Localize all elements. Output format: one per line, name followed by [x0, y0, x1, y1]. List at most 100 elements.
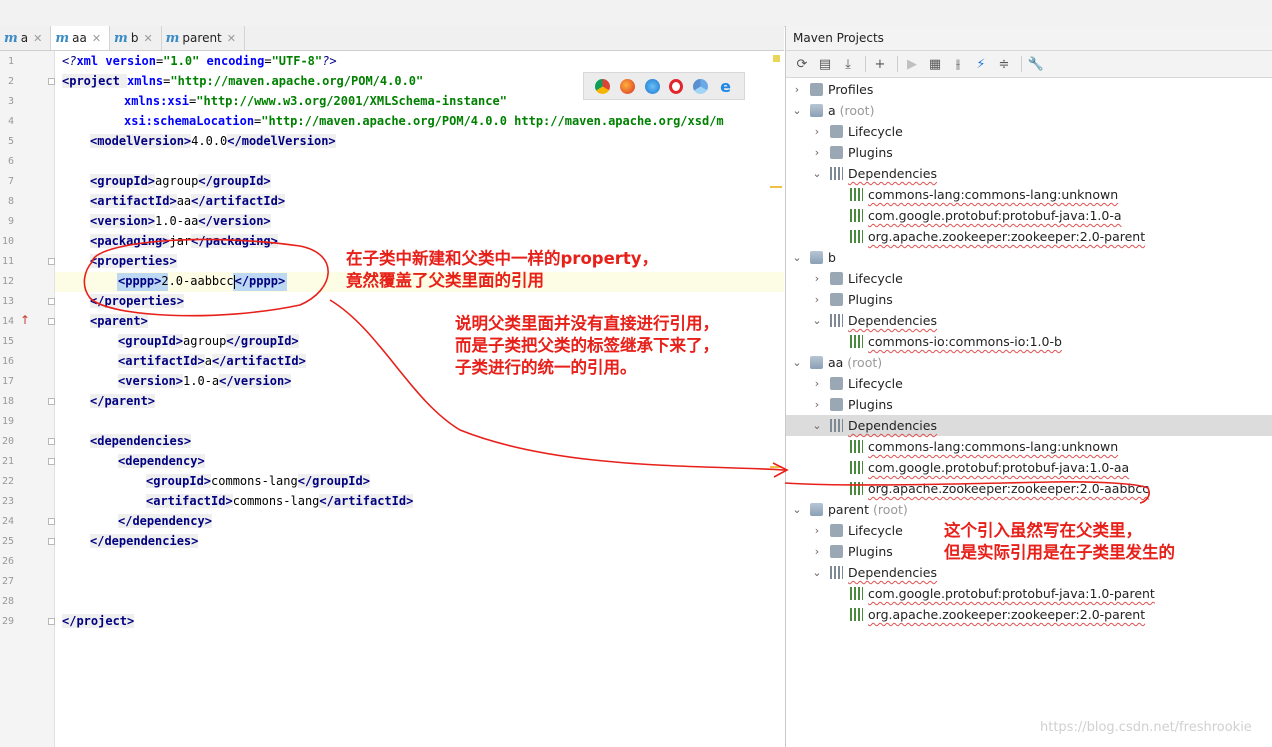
tree-node[interactable]: ⌄ Dependencies: [786, 163, 1272, 184]
chevron-down-icon[interactable]: ⌄: [792, 247, 802, 268]
chevron-right-icon[interactable]: ›: [792, 79, 802, 100]
fold-icon[interactable]: [48, 78, 55, 85]
warning-stripe[interactable]: [770, 466, 782, 468]
fold-icon[interactable]: [48, 618, 55, 625]
chevron-right-icon[interactable]: ›: [812, 121, 822, 142]
code-editor[interactable]: 1 2 3 4 5 6 7 8 9 10 11 12 13 14 15 16 1…: [0, 51, 784, 747]
override-gutter-icon[interactable]: ↑: [20, 313, 30, 327]
fold-icon[interactable]: [48, 538, 55, 545]
tree-node-text: Dependencies: [848, 166, 937, 181]
tree-node[interactable]: org.apache.zookeeper:zookeeper:2.0-aabbc…: [786, 478, 1272, 499]
tab-aa[interactable]: m aa ✕: [51, 26, 111, 50]
close-icon[interactable]: ✕: [33, 32, 42, 45]
tree-node-text: com.google.protobuf:protobuf-java:1.0-a: [868, 208, 1122, 223]
dependencies-icon: [830, 314, 843, 327]
chevron-down-icon[interactable]: ⌄: [812, 310, 822, 331]
edge-icon[interactable]: e: [718, 77, 733, 96]
code-line-8: <artifactId>aa</artifactId>: [90, 194, 286, 208]
run-icon[interactable]: ▶: [902, 54, 922, 74]
tree-node[interactable]: ⌄ a (root): [786, 100, 1272, 121]
code-line-2: <project xmlns="http://maven.apache.org/…: [62, 74, 424, 88]
chevron-down-icon[interactable]: ⌄: [812, 415, 822, 436]
tree-node[interactable]: commons-io:commons-io:1.0-b: [786, 331, 1272, 352]
tree-node[interactable]: › Lifecycle: [786, 268, 1272, 289]
line-number: 25: [1, 536, 14, 547]
tree-node-text: Dependencies: [848, 418, 937, 433]
chevron-down-icon[interactable]: ⌄: [792, 100, 802, 121]
tree-node[interactable]: org.apache.zookeeper:zookeeper:2.0-paren…: [786, 604, 1272, 625]
chrome-icon[interactable]: [594, 78, 610, 94]
tree-node[interactable]: org.apache.zookeeper:zookeeper:2.0-paren…: [786, 226, 1272, 247]
line-number: 7: [7, 176, 14, 187]
opera-icon[interactable]: [669, 78, 684, 94]
annotation-text: 在子类中新建和父类中一样的property，: [346, 249, 659, 268]
tree-node[interactable]: ⌄ parent (root): [786, 499, 1272, 520]
fold-icon[interactable]: [48, 438, 55, 445]
add-icon[interactable]: +: [870, 54, 890, 74]
line-number: 12: [1, 276, 14, 287]
tree-node[interactable]: ⌄ Dependencies: [786, 415, 1272, 436]
lifecycle-icon[interactable]: ▦: [925, 54, 945, 74]
tree-node[interactable]: › Plugins: [786, 289, 1272, 310]
chromium-icon[interactable]: [693, 78, 709, 94]
firefox-icon[interactable]: [619, 78, 635, 94]
chevron-down-icon[interactable]: ⌄: [792, 352, 802, 373]
fold-icon[interactable]: [48, 298, 55, 305]
tree-node[interactable]: com.google.protobuf:protobuf-java:1.0-pa…: [786, 583, 1272, 604]
tab-a[interactable]: m a ✕: [0, 26, 52, 50]
code-line-25: </dependencies>: [90, 534, 199, 548]
tree-node[interactable]: ⌄ b: [786, 247, 1272, 268]
fold-icon[interactable]: [48, 518, 55, 525]
tree-node[interactable]: › Plugins: [786, 142, 1272, 163]
code-line-12: <pppp>2.0-aabbcc</pppp>: [118, 274, 286, 289]
skip-tests-icon[interactable]: ⚡: [971, 54, 991, 74]
toggle-offline-icon[interactable]: ⫲: [948, 54, 968, 74]
tree-node[interactable]: commons-lang:commons-lang:unknown: [786, 436, 1272, 457]
settings-icon[interactable]: 🔧: [1026, 54, 1046, 74]
tree-node-text: com.google.protobuf:protobuf-java:1.0-pa…: [868, 586, 1155, 601]
dependencies-icon: [830, 566, 843, 579]
analysis-marker-icon[interactable]: [773, 55, 780, 62]
maven-file-icon: m: [165, 30, 180, 46]
fold-icon[interactable]: [48, 398, 55, 405]
tab-b[interactable]: m b ✕: [110, 26, 162, 50]
close-icon[interactable]: ✕: [143, 32, 152, 45]
refresh-icon[interactable]: ⟳: [792, 54, 812, 74]
close-icon[interactable]: ✕: [92, 32, 101, 45]
tree-node[interactable]: ⌄ Dependencies: [786, 310, 1272, 331]
fold-icon[interactable]: [48, 458, 55, 465]
chevron-right-icon[interactable]: ›: [812, 268, 822, 289]
chevron-right-icon[interactable]: ›: [812, 373, 822, 394]
code-line-5: <modelVersion>4.0.0</modelVersion>: [90, 134, 336, 148]
chevron-right-icon[interactable]: ›: [812, 520, 822, 541]
code-line-21: <dependency>: [118, 454, 205, 468]
chevron-down-icon[interactable]: ⌄: [812, 163, 822, 184]
tree-node[interactable]: › Plugins: [786, 394, 1272, 415]
tree-node[interactable]: › Lifecycle: [786, 121, 1272, 142]
fold-icon[interactable]: [48, 258, 55, 265]
chevron-right-icon[interactable]: ›: [812, 394, 822, 415]
line-number: 14: [1, 316, 14, 327]
chevron-right-icon[interactable]: ›: [812, 541, 822, 562]
tree-node[interactable]: ⌄ aa (root): [786, 352, 1272, 373]
tree-node[interactable]: › Lifecycle: [786, 373, 1272, 394]
tree-node[interactable]: › Profiles: [786, 79, 1272, 100]
fold-icon[interactable]: [48, 318, 55, 325]
tree-node[interactable]: ⌄ Dependencies: [786, 562, 1272, 583]
safari-icon[interactable]: [644, 78, 660, 94]
tree-node[interactable]: com.google.protobuf:protobuf-java:1.0-aa: [786, 457, 1272, 478]
tree-node[interactable]: commons-lang:commons-lang:unknown: [786, 184, 1272, 205]
chevron-down-icon[interactable]: ⌄: [812, 562, 822, 583]
warning-stripe[interactable]: [770, 186, 782, 188]
collapse-icon[interactable]: ≑: [994, 54, 1014, 74]
reimport-icon[interactable]: ▤: [815, 54, 835, 74]
tab-parent[interactable]: m parent ✕: [162, 26, 245, 50]
panel-title: Maven Projects: [786, 26, 1272, 51]
chevron-right-icon[interactable]: ›: [812, 142, 822, 163]
close-icon[interactable]: ✕: [227, 32, 236, 45]
chevron-down-icon[interactable]: ⌄: [792, 499, 802, 520]
download-icon[interactable]: ⤓: [838, 54, 858, 74]
tree-node[interactable]: com.google.protobuf:protobuf-java:1.0-a: [786, 205, 1272, 226]
line-number: 1: [7, 56, 14, 67]
chevron-right-icon[interactable]: ›: [812, 289, 822, 310]
